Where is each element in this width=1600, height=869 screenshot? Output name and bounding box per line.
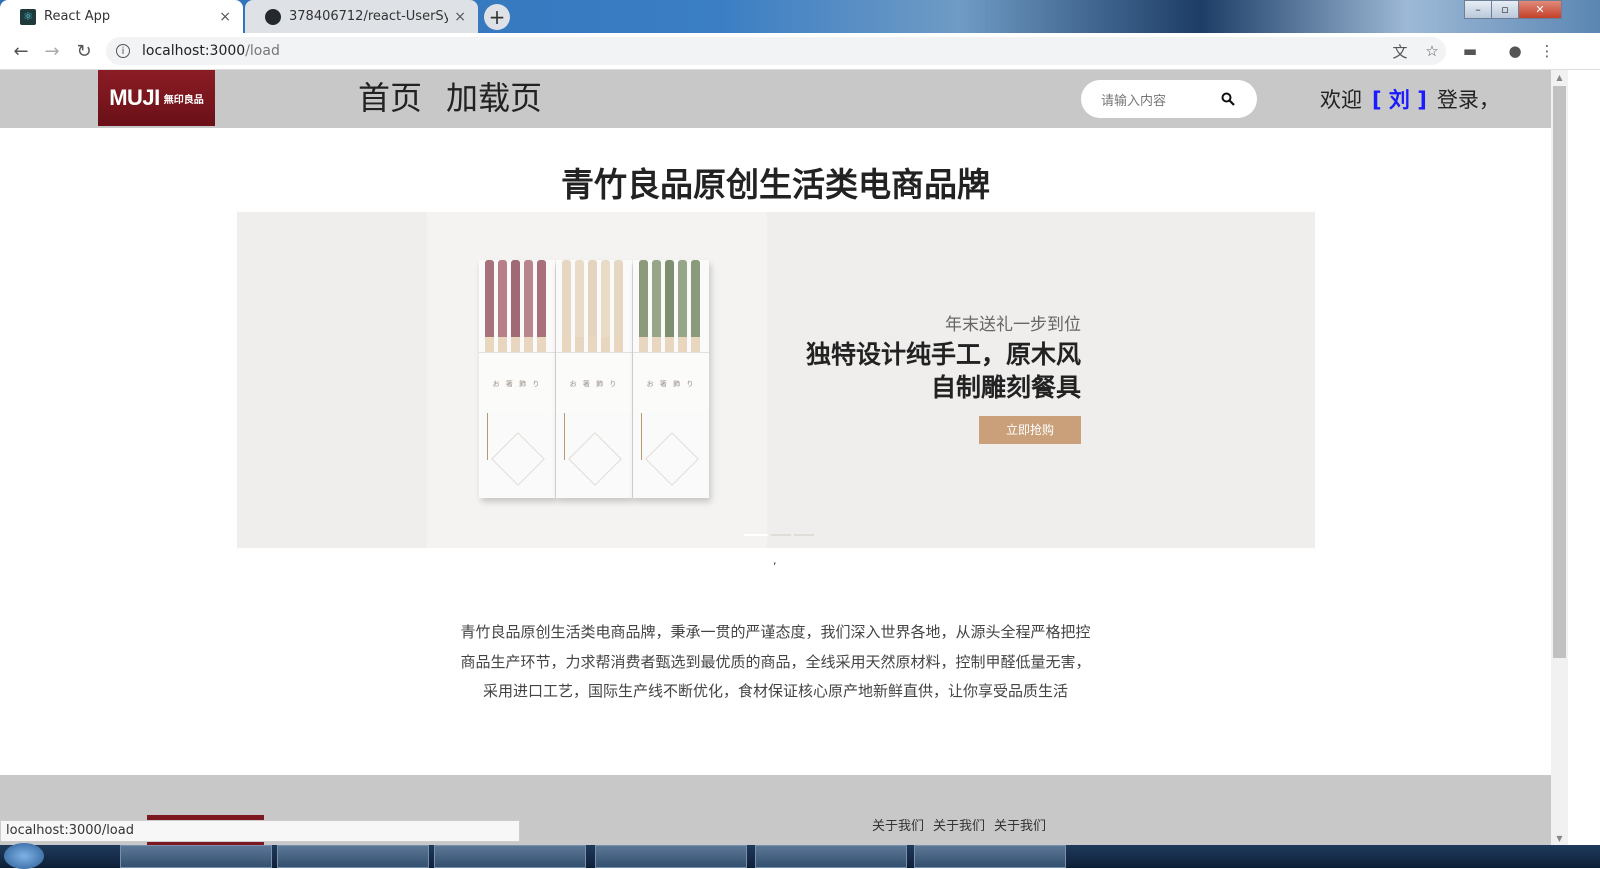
scroll-down-icon[interactable]: ▼	[1551, 831, 1568, 845]
react-icon: ⚛	[20, 8, 36, 25]
product-box: お 箸 飾 り	[633, 260, 709, 498]
taskbar-item[interactable]	[277, 845, 429, 868]
page-viewport: MUJI 無印良品 首页 加载页 请输入内容 欢迎 [ 刘 ] 登录， 青竹良品原创…	[0, 70, 1551, 845]
chopsticks-product-image: お 箸 飾 り お 箸 飾 り お 箸 飾 り	[427, 212, 767, 548]
tab-github[interactable]: 378406712/react-UserSystem ×	[245, 0, 478, 33]
taskbar-item[interactable]	[755, 845, 907, 868]
carousel-dot[interactable]	[744, 534, 768, 536]
menu-icon[interactable]: ⋮	[1537, 41, 1557, 61]
status-bar: localhost:3000/load	[0, 820, 520, 842]
description-line: 青竹良品原创生活类电商品牌，秉承一贯的严谨态度，我们深入世界各地，从源头全程严格…	[460, 623, 1091, 641]
welcome-prefix: 欢迎	[1320, 88, 1362, 112]
address-bar[interactable]: i localhost:3000/load	[106, 37, 1446, 65]
extension-icon[interactable]: ▬	[1460, 41, 1480, 61]
carousel-dot[interactable]	[794, 534, 814, 536]
star-icon[interactable]: ☆	[1422, 41, 1442, 61]
reload-icon[interactable]: ↻	[72, 39, 96, 63]
nav-home[interactable]: 首页	[358, 78, 422, 118]
hero-carousel[interactable]: お 箸 飾 り お 箸 飾 り お 箸 飾 り 年末送礼一步到位 独特设计纯手工…	[237, 212, 1315, 548]
banner-promo: 年末送礼一步到位 独特设计纯手工，原木风 自制雕刻餐具 立即抢购	[806, 312, 1081, 444]
browser-tab-bar: ⚛ React App × 378406712/react-UserSystem…	[0, 0, 1600, 33]
search-input[interactable]: 请输入内容	[1101, 90, 1221, 109]
os-taskbar	[0, 843, 1600, 869]
forward-arrow-icon[interactable]: →	[40, 39, 64, 63]
search-box[interactable]: 请输入内容	[1081, 80, 1257, 118]
search-icon[interactable]	[1221, 92, 1235, 106]
tab-react-app[interactable]: ⚛ React App ×	[0, 0, 243, 33]
brand-description: 青竹良品原创生活类电商品牌，秉承一贯的严谨态度，我们深入世界各地，从源头全程严格…	[0, 618, 1551, 707]
tab-title: 378406712/react-UserSystem	[289, 9, 449, 24]
taskbar-item[interactable]	[914, 845, 1066, 868]
window-close-icon[interactable]: ✕	[1518, 0, 1562, 19]
new-tab-button[interactable]: +	[484, 4, 510, 30]
maximize-icon[interactable]: ▫	[1491, 0, 1519, 19]
logo[interactable]: MUJI 無印良品	[98, 70, 215, 126]
scrollbar-thumb[interactable]	[1553, 86, 1566, 658]
banner-subtitle: 年末送礼一步到位	[945, 315, 1081, 335]
close-icon[interactable]: ×	[454, 9, 466, 25]
browser-toolbar: ← → ↻ i localhost:3000/load 文 ☆ ▬ ● ⋮	[0, 33, 1600, 70]
welcome-message: 欢迎 [ 刘 ] 登录，	[1320, 84, 1500, 114]
buy-now-button[interactable]: 立即抢购	[979, 416, 1081, 444]
info-icon[interactable]: i	[116, 44, 130, 58]
footer-link-about[interactable]: 关于我们	[872, 815, 924, 834]
product-box: お 箸 飾 り	[556, 260, 632, 498]
github-icon	[265, 8, 281, 25]
minimize-icon[interactable]: –	[1464, 0, 1492, 19]
vertical-scrollbar[interactable]: ▲ ▼	[1551, 70, 1568, 845]
carousel-dots	[744, 534, 814, 536]
tab-title: React App	[44, 9, 111, 24]
url-text: localhost:3000/load	[142, 43, 280, 59]
translate-icon[interactable]: 文	[1390, 41, 1410, 61]
taskbar-item[interactable]	[434, 845, 586, 868]
footer-links: 关于我们 关于我们 关于我们	[872, 815, 1046, 834]
welcome-suffix: 登录，	[1436, 88, 1500, 112]
description-line: 商品生产环节，力求帮消费者甄选到最优质的商品，全线采用天然原材料，控制甲醛低量无…	[460, 652, 1091, 671]
banner-headline-2: 自制雕刻餐具	[930, 373, 1081, 402]
profile-icon[interactable]: ●	[1505, 41, 1525, 61]
separator-text: ,	[773, 554, 777, 567]
scroll-up-icon[interactable]: ▲	[1551, 70, 1568, 84]
carousel-dot[interactable]	[771, 534, 791, 536]
footer-link-about[interactable]: 关于我们	[933, 815, 985, 834]
description-line: 采用进口工艺，国际生产线不断优化，食材保证核心原产地新鲜直供，让你享受品质生活	[482, 682, 1068, 700]
nav-load[interactable]: 加载页	[446, 78, 542, 118]
logo-sub: 無印良品	[163, 94, 204, 106]
site-header: MUJI 無印良品 首页 加载页 请输入内容 欢迎 [ 刘 ] 登录，	[0, 70, 1551, 128]
start-button[interactable]	[4, 843, 44, 869]
window-controls: – ▫ ✕	[1464, 0, 1562, 19]
close-icon[interactable]: ×	[219, 9, 231, 25]
banner-headline-1: 独特设计纯手工，原木风	[805, 340, 1081, 369]
footer-link-about[interactable]: 关于我们	[994, 815, 1046, 834]
taskbar-item[interactable]	[595, 845, 747, 868]
back-arrow-icon[interactable]: ←	[9, 39, 33, 63]
main-nav: 首页 加载页	[358, 78, 542, 118]
logo-text: MUJI	[109, 85, 160, 110]
taskbar-item[interactable]	[120, 845, 272, 868]
user-name[interactable]: [ 刘 ]	[1372, 88, 1427, 112]
page-title: 青竹良品原创生活类电商品牌	[561, 165, 990, 204]
product-box: お 箸 飾 り	[479, 260, 555, 498]
